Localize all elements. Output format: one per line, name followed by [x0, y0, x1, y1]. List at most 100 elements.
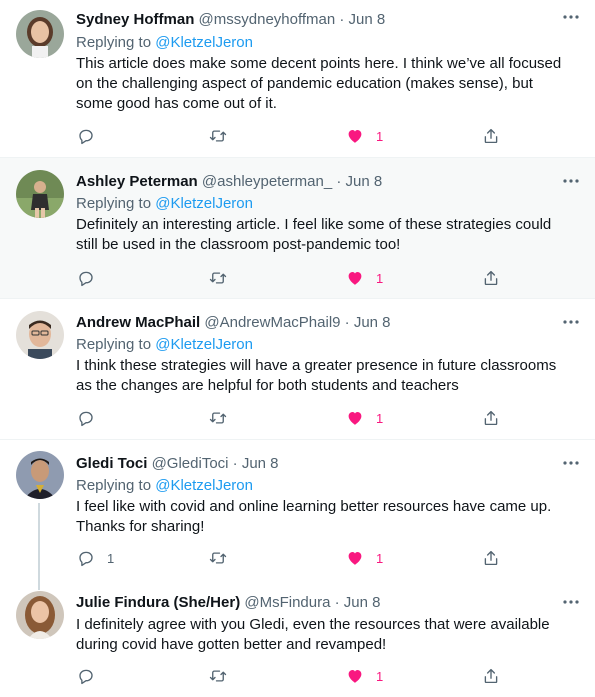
share-icon [484, 128, 498, 144]
tweet-text: This article does make some decent point… [76, 54, 586, 114]
tweet-header: Ashley Peterman @ashleypeterman_ · Jun 8 [76, 172, 382, 192]
retweet-icon [209, 552, 227, 564]
action-bar: 1 [0, 268, 595, 288]
tweet-date[interactable]: · Jun 8 [339, 11, 385, 28]
like-count: 1 [376, 668, 384, 684]
tweet-text-line: I think these strategies will have a gre… [76, 357, 557, 374]
author-handle[interactable]: @ashleypeterman_ [202, 173, 332, 190]
avatar[interactable] [16, 591, 64, 639]
share-button[interactable] [482, 548, 500, 568]
replying-to: Replying to @KletzelJeron [76, 33, 253, 53]
replying-to: Replying to @KletzelJeron [76, 194, 253, 214]
author-name[interactable]: Ashley Peterman [76, 173, 198, 190]
tweet[interactable]: Sydney Hoffman @mssydneyhoffman · Jun 8 … [0, 0, 595, 157]
retweet-button[interactable] [208, 548, 228, 568]
like-count: 1 [376, 550, 384, 566]
avatar[interactable] [16, 451, 64, 499]
retweet-button[interactable] [208, 666, 228, 686]
share-button[interactable] [482, 666, 500, 686]
action-bar: 1 [0, 666, 595, 686]
retweet-button[interactable] [208, 126, 228, 146]
tweet-text: I feel like with covid and online learni… [76, 497, 586, 537]
share-button[interactable] [482, 268, 500, 288]
author-handle[interactable]: @AndrewMacPhail9 [204, 314, 340, 331]
avatar[interactable] [16, 170, 64, 218]
tweet[interactable]: Andrew MacPhail @AndrewMacPhail9 · Jun 8… [0, 299, 595, 439]
tweet[interactable]: Gledi Toci @GlediToci · Jun 8 Replying t… [0, 440, 595, 575]
more-icon[interactable] [561, 174, 581, 188]
tweet[interactable]: Julie Findura (She/Her) @MsFindura · Jun… [0, 580, 595, 697]
reply-button[interactable] [77, 268, 107, 288]
tweet-text-line: Thanks for sharing! [76, 518, 205, 535]
replying-to: Replying to @KletzelJeron [76, 476, 253, 496]
author-name[interactable]: Julie Findura (She/Her) [76, 594, 240, 611]
retweet-button[interactable] [208, 408, 228, 428]
tweet-header: Andrew MacPhail @AndrewMacPhail9 · Jun 8 [76, 313, 391, 333]
retweet-button[interactable] [208, 268, 228, 288]
more-icon[interactable] [561, 315, 581, 329]
reply-button[interactable] [77, 666, 107, 686]
author-name[interactable]: Sydney Hoffman [76, 11, 194, 28]
replying-label: Replying to [76, 195, 152, 212]
retweet-icon [209, 272, 227, 284]
reply-icon [79, 271, 93, 287]
author-name[interactable]: Gledi Toci [76, 455, 147, 472]
more-icon[interactable] [561, 456, 581, 470]
more-icon[interactable] [561, 595, 581, 609]
tweet-text-line: still be used in the classroom post-pand… [76, 236, 401, 253]
reply-button[interactable] [77, 408, 107, 428]
author-handle[interactable]: @mssydneyhoffman [199, 11, 336, 28]
replying-to: Replying to @KletzelJeron [76, 335, 253, 355]
share-button[interactable] [482, 408, 500, 428]
tweet-date[interactable]: · Jun 8 [336, 173, 382, 190]
heart-icon [348, 670, 362, 683]
like-button[interactable]: 1 [346, 268, 383, 288]
heart-icon [348, 130, 362, 143]
avatar[interactable] [16, 10, 64, 58]
like-button[interactable]: 1 [346, 126, 383, 146]
tweet-date[interactable]: · Jun 8 [345, 314, 391, 331]
reply-icon [79, 669, 93, 685]
author-handle[interactable]: @MsFindura [244, 594, 330, 611]
tweet-text-line: Definitely an interesting article. I fee… [76, 216, 552, 233]
tweet-text: I definitely agree with you Gledi, even … [76, 615, 586, 655]
reply-icon [79, 551, 93, 567]
reply-button[interactable]: 1 [77, 548, 114, 568]
tweet-text-line: I definitely agree with you Gledi, even … [76, 616, 550, 633]
tweet-text-line: I feel like with covid and online learni… [76, 498, 552, 515]
reply-icon [79, 129, 93, 145]
share-icon [484, 550, 498, 566]
like-button[interactable]: 1 [346, 408, 383, 428]
tweet-date[interactable]: · Jun 8 [335, 594, 381, 611]
tweet-text-line: as the changes are helpful for both stud… [76, 377, 459, 394]
tweet-date[interactable]: · Jun 8 [233, 455, 279, 472]
replying-handle-link[interactable]: @KletzelJeron [155, 336, 253, 353]
share-icon [484, 668, 498, 684]
tweet-text: Definitely an interesting article. I fee… [76, 215, 586, 255]
replying-handle-link[interactable]: @KletzelJeron [155, 477, 253, 494]
retweet-icon [209, 670, 227, 682]
tweet-text: I think these strategies will have a gre… [76, 356, 586, 396]
tweet[interactable]: Ashley Peterman @ashleypeterman_ · Jun 8… [0, 158, 595, 298]
heart-icon [348, 412, 362, 425]
replying-handle-link[interactable]: @KletzelJeron [155, 195, 253, 212]
retweet-icon [209, 412, 227, 424]
tweet-text-line: some good has come out of it. [76, 95, 277, 112]
author-name[interactable]: Andrew MacPhail [76, 314, 200, 331]
like-count: 1 [376, 128, 384, 144]
reply-count: 1 [107, 550, 115, 566]
heart-icon [348, 272, 362, 285]
tweet-text-line: during covid have gotten better and reva… [76, 636, 387, 653]
reply-button[interactable] [77, 126, 107, 146]
more-icon[interactable] [561, 10, 581, 24]
like-button[interactable]: 1 [346, 548, 383, 568]
avatar[interactable] [16, 311, 64, 359]
replying-label: Replying to [76, 477, 152, 494]
tweet-header: Gledi Toci @GlediToci · Jun 8 [76, 454, 279, 474]
share-button[interactable] [482, 126, 500, 146]
replying-handle-link[interactable]: @KletzelJeron [155, 34, 253, 51]
share-icon [484, 410, 498, 426]
action-bar: 1 [0, 126, 595, 146]
like-button[interactable]: 1 [346, 666, 383, 686]
author-handle[interactable]: @GlediToci [152, 455, 229, 472]
